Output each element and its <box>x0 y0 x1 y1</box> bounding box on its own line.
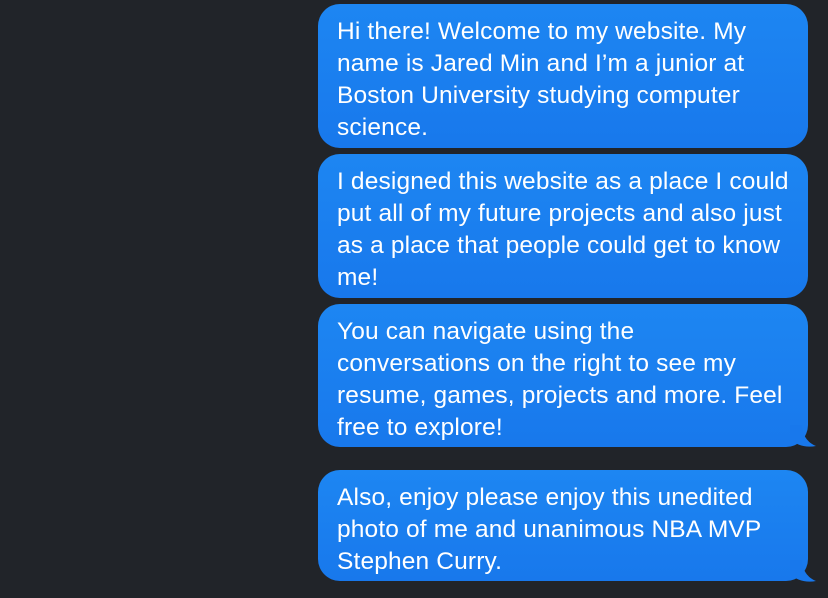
bubble-tail-icon <box>790 560 816 582</box>
message-bubble-purpose: I designed this website as a place I cou… <box>318 154 808 298</box>
message-thread: Hi there! Welcome to my website. My name… <box>0 0 828 598</box>
message-bubble-photo-caption: Also, enjoy please enjoy this unedited p… <box>318 470 808 581</box>
message-text: Also, enjoy please enjoy this unedited p… <box>337 484 761 575</box>
bubble-tail-icon <box>790 425 816 447</box>
message-text: I designed this website as a place I cou… <box>337 168 789 291</box>
message-bubble-welcome: Hi there! Welcome to my website. My name… <box>318 4 808 148</box>
message-text: Hi there! Welcome to my website. My name… <box>337 18 747 141</box>
message-text: You can navigate using the conversations… <box>337 318 783 441</box>
message-bubble-navigation: You can navigate using the conversations… <box>318 304 808 447</box>
